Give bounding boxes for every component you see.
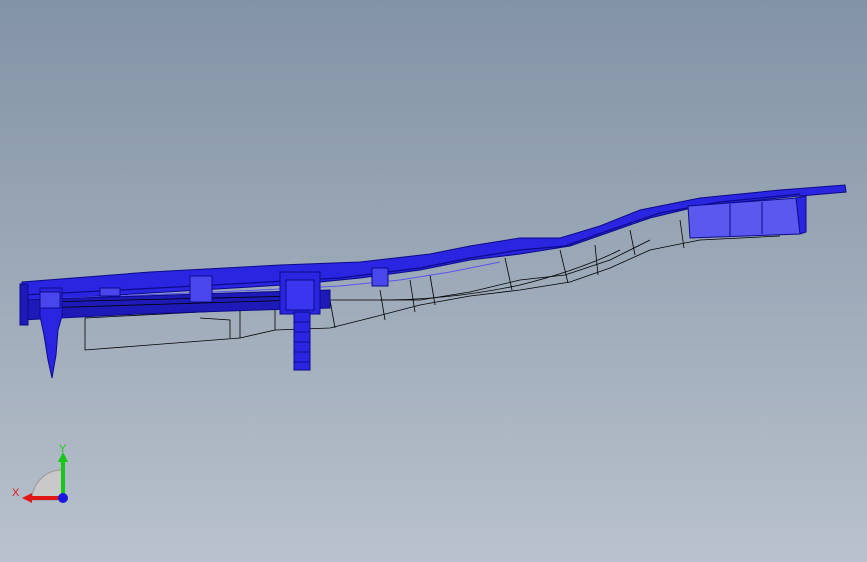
- center-mount-clip: [279, 271, 321, 371]
- triad-plane: [31, 469, 63, 501]
- z-axis-dot: [58, 493, 68, 503]
- axis-triad: Y X: [12, 443, 68, 503]
- x-axis-arrowhead: [22, 493, 32, 503]
- y-axis-label: Y: [59, 443, 67, 455]
- 3d-model-view[interactable]: [0, 0, 867, 562]
- left-end-bracket: [19, 283, 63, 379]
- x-axis-label: X: [12, 487, 20, 499]
- graphics-viewport[interactable]: Y X: [0, 0, 867, 562]
